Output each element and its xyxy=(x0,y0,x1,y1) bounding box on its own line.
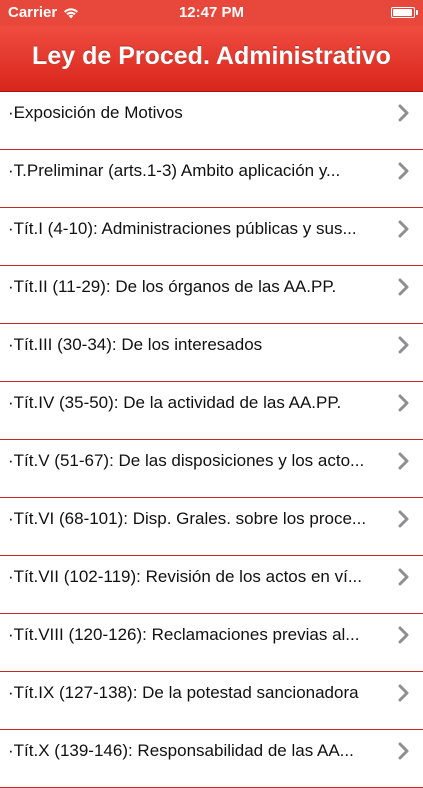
list-item-label: ·Tít.VI (68-101): Disp. Grales. sobre lo… xyxy=(8,509,367,528)
navigation-bar: Ley de Proced. Administrativo xyxy=(0,26,423,92)
chevron-right-icon xyxy=(398,104,409,122)
list-item-label: ·Tít.IX (127-138): De la potestad sancio… xyxy=(8,683,359,702)
list-item[interactable]: ·Tít.VIII (120-126): Reclamaciones previ… xyxy=(0,614,423,672)
page-title: Ley de Proced. Administrativo xyxy=(32,42,391,70)
chevron-right-icon xyxy=(398,336,409,354)
list-item[interactable]: ·Tít.VI (68-101): Disp. Grales. sobre lo… xyxy=(0,498,423,556)
list-item-label: ·T.Preliminar (arts.1-3) Ambito aplicaci… xyxy=(8,161,341,180)
list-item-label: ·Exposición de Motivos xyxy=(8,103,183,122)
list-item[interactable]: ·Exposición de Motivos xyxy=(0,92,423,150)
list-item[interactable]: ·Tít.II (11-29): De los órganos de las A… xyxy=(0,266,423,324)
chevron-right-icon xyxy=(398,452,409,470)
list-item-label: ·Tít.X (139-146): Responsabilidad de las… xyxy=(8,741,354,760)
list-item[interactable]: ·Tít.VII (102-119): Revisión de los acto… xyxy=(0,556,423,614)
chevron-right-icon xyxy=(398,220,409,238)
chevron-right-icon xyxy=(398,278,409,296)
clock: 12:47 PM xyxy=(178,4,245,21)
list-item-label: ·Tít.VII (102-119): Revisión de los acto… xyxy=(8,567,363,586)
list-item-label: ·Tít.III (30-34): De los interesados xyxy=(8,335,263,354)
list-item[interactable]: ·Tít.I (4-10): Administraciones públicas… xyxy=(0,208,423,266)
chapter-list: ·Exposición de Motivos ·T.Preliminar (art… xyxy=(0,92,423,788)
chevron-right-icon xyxy=(398,394,409,412)
chevron-right-icon xyxy=(398,568,409,586)
chevron-right-icon xyxy=(398,684,409,702)
list-item-label: ·Tít.II (11-29): De los órganos de las A… xyxy=(8,277,337,296)
chevron-right-icon xyxy=(398,510,409,528)
list-item[interactable]: ·Tít.V (51-67): De las disposiciones y l… xyxy=(0,440,423,498)
list-item-label: ·Tít.I (4-10): Administraciones públicas… xyxy=(8,219,357,238)
chevron-right-icon xyxy=(398,742,409,760)
chevron-right-icon xyxy=(398,626,409,644)
chevron-right-icon xyxy=(398,162,409,180)
status-bar: Carrier 12:47 PM xyxy=(0,0,423,26)
list-item-label: ·Tít.IV (35-50): De la actividad de las … xyxy=(8,393,342,412)
list-item[interactable]: ·Tít.IX (127-138): De la potestad sancio… xyxy=(0,672,423,730)
list-item[interactable]: ·Tít.X (139-146): Responsabilidad de las… xyxy=(0,730,423,788)
list-item[interactable]: ·Tít.IV (35-50): De la actividad de las … xyxy=(0,382,423,440)
battery-icon xyxy=(391,7,418,18)
list-item-label: ·Tít.VIII (120-126): Reclamaciones previ… xyxy=(8,625,360,644)
list-item[interactable]: ·T.Preliminar (arts.1-3) Ambito aplicaci… xyxy=(0,150,423,208)
list-item-label: ·Tít.V (51-67): De las disposiciones y l… xyxy=(8,451,365,470)
list-item[interactable]: ·Tít.III (30-34): De los interesados xyxy=(0,324,423,382)
